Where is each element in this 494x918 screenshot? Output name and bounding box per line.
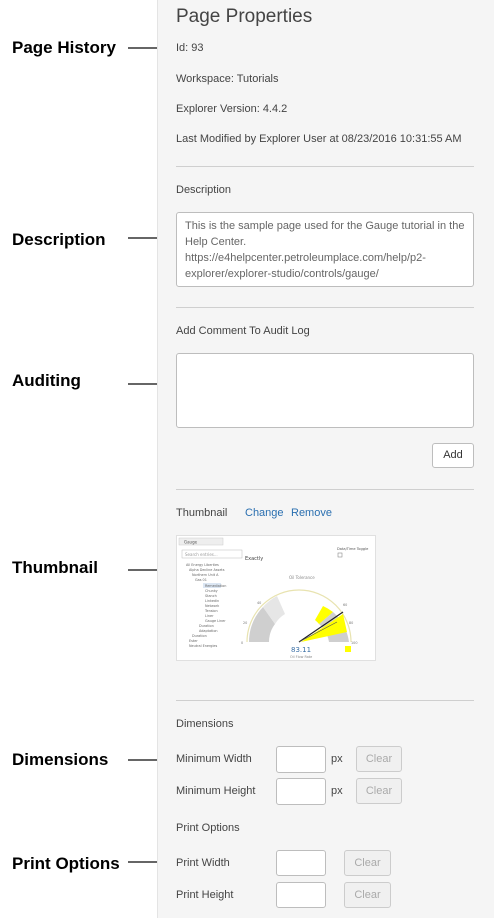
svg-text:80: 80 (349, 621, 353, 625)
annotation-dimensions: Dimensions (12, 750, 109, 769)
dimensions-label: Dimensions (176, 718, 234, 730)
svg-text:Neutral Energies: Neutral Energies (189, 644, 217, 648)
min-height-unit: px (331, 785, 343, 797)
svg-text:Adaptation: Adaptation (199, 629, 218, 633)
preview-gauge-sublabel: Oil Flow Rate (290, 655, 312, 659)
add-comment-button[interactable]: Add (432, 443, 474, 468)
print-width-clear-button[interactable]: Clear (344, 850, 391, 876)
svg-text:60: 60 (343, 603, 347, 607)
svg-text:Chunky: Chunky (205, 589, 218, 593)
annotation-page-history: Page History (12, 38, 116, 57)
preview-search-placeholder: Search entries... (185, 552, 218, 557)
annotation-description: Description (12, 230, 106, 249)
page-id: Id: 93 (176, 42, 204, 54)
svg-text:Tension: Tension (204, 609, 218, 613)
explorer-version: Explorer Version: 4.4.2 (176, 103, 288, 115)
svg-text:Alpha Decline Assets: Alpha Decline Assets (189, 568, 225, 572)
description-textarea[interactable]: This is the sample page used for the Gau… (176, 212, 474, 287)
svg-text:Gas 01: Gas 01 (195, 578, 207, 582)
divider (176, 700, 474, 701)
svg-text:All Energy Liberties: All Energy Liberties (186, 563, 219, 567)
min-height-label: Minimum Height (176, 785, 256, 797)
preview-title: Exactly (245, 556, 263, 562)
svg-text:Network: Network (205, 604, 219, 608)
svg-text:Duration: Duration (199, 624, 214, 628)
svg-text:0: 0 (241, 641, 243, 645)
min-width-label: Minimum Width (176, 753, 252, 765)
print-options-label: Print Options (176, 822, 240, 834)
svg-text:Remediation: Remediation (205, 584, 226, 588)
svg-text:20: 20 (243, 621, 247, 625)
thumbnail-preview: Gauge Search entries... All Energy Liber… (176, 535, 376, 661)
annotation-print-options: Print Options (12, 854, 120, 873)
min-height-input[interactable] (276, 778, 326, 805)
min-width-clear-button[interactable]: Clear (356, 746, 402, 772)
preview-toggle-label: Data/Time Toggle (337, 547, 369, 551)
preview-tab-title: Gauge (184, 540, 198, 545)
annotation-auditing: Auditing (12, 371, 81, 390)
workspace-line: Workspace: Tutorials (176, 73, 279, 85)
svg-text:Linkedin: Linkedin (205, 599, 219, 603)
divider (176, 166, 474, 167)
svg-text:Duration: Duration (192, 634, 207, 638)
svg-text:100: 100 (351, 641, 357, 645)
print-height-clear-button[interactable]: Clear (344, 882, 391, 908)
print-width-input[interactable] (276, 850, 326, 876)
page-title: Page Properties (176, 6, 313, 27)
print-height-label: Print Height (176, 889, 234, 901)
svg-text:Stanch: Stanch (205, 594, 217, 598)
divider (176, 489, 474, 490)
print-width-label: Print Width (176, 857, 230, 869)
thumbnail-preview-image: Gauge Search entries... All Energy Liber… (177, 536, 375, 660)
svg-text:Gauge Liner: Gauge Liner (205, 619, 226, 623)
annotation-thumbnail: Thumbnail (12, 558, 98, 577)
svg-text:Northern Unit A: Northern Unit A (192, 573, 219, 577)
audit-comment-label: Add Comment To Audit Log (176, 325, 310, 337)
last-modified: Last Modified by Explorer User at 08/23/… (176, 133, 462, 145)
divider (176, 307, 474, 308)
svg-text:Liner: Liner (205, 614, 214, 618)
svg-text:40: 40 (257, 601, 261, 605)
preview-gauge-caption: Oil Tolerance (289, 575, 315, 580)
min-height-clear-button[interactable]: Clear (356, 778, 402, 804)
svg-text:Ester: Ester (189, 639, 198, 643)
thumbnail-remove-link[interactable]: Remove (291, 507, 332, 519)
print-height-input[interactable] (276, 882, 326, 908)
thumbnail-label: Thumbnail (176, 507, 228, 519)
preview-gauge-value: 83.11 (291, 646, 311, 654)
audit-comment-textarea[interactable] (176, 353, 474, 428)
min-width-unit: px (331, 753, 343, 765)
min-width-input[interactable] (276, 746, 326, 773)
thumbnail-change-link[interactable]: Change (245, 507, 284, 519)
description-label: Description (176, 184, 232, 196)
